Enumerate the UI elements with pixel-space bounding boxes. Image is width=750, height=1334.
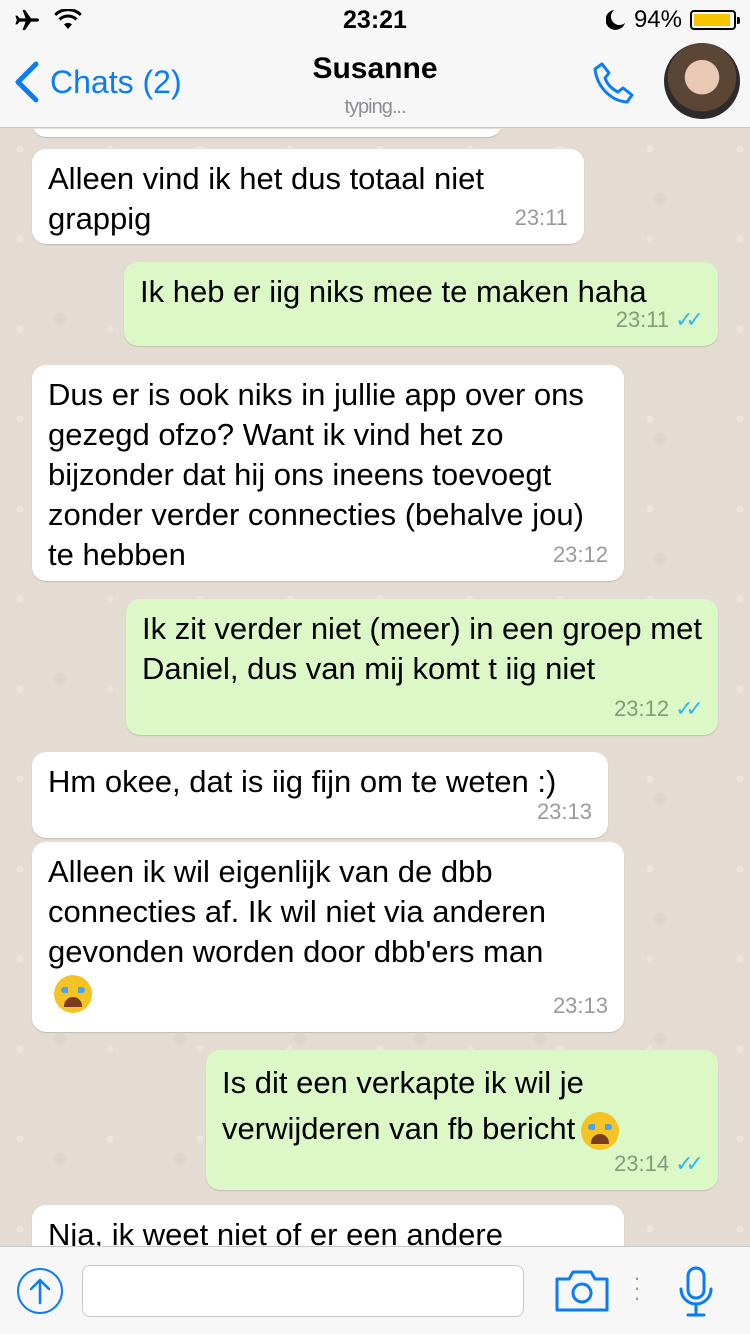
crying-emoji-icon [54,974,92,1013]
call-button[interactable] [588,58,640,110]
message-time: 23:11 ✓✓ [616,300,704,340]
message-bubble[interactable]: Alleen vind ik het dus totaal niet grapp… [32,149,584,244]
message-text: Is dit een verkapte ik wil je verwijdere… [222,1060,692,1152]
message-bubble-partial[interactable] [32,129,502,137]
message-bubble[interactable]: Alleen ik wil eigenlijk van de dbb conne… [32,842,624,1032]
read-ticks-icon: ✓✓ [675,307,704,332]
wifi-icon [54,9,82,29]
message-bubble[interactable]: Ik zit verder niet (meer) in een groep m… [126,599,718,735]
status-bar: 23:21 94% [0,0,750,40]
microphone-button[interactable] [674,1265,718,1319]
message-time: 23:12 [552,542,608,567]
camera-button[interactable] [554,1269,610,1313]
attach-button[interactable] [17,1268,63,1314]
message-input[interactable] [82,1265,524,1317]
read-ticks-icon: ✓✓ [675,1151,704,1176]
message-bubble[interactable]: Dus er is ook niks in jullie app over on… [32,365,624,581]
airplane-icon [15,10,39,30]
message-time: 23:14 ✓✓ [614,1144,704,1184]
microphone-icon [679,1266,713,1317]
battery-percentage: 94% [633,6,682,33]
message-text: Nja, ik weet niet of er een andere [48,1217,503,1246]
battery-level [693,14,730,26]
camera-icon [555,1270,609,1312]
moon-icon [605,10,625,30]
message-bubble[interactable]: Ik heb er iig niks mee te maken haha 23:… [124,262,718,346]
message-time: 23:13 [536,799,592,824]
message-time: 23:12 ✓✓ [614,689,704,729]
status-bar-right: 94% [536,6,740,34]
message-text: Alleen vind ik het dus totaal niet grapp… [48,161,484,236]
message-bubble[interactable]: Is dit een verkapte ik wil je verwijdere… [206,1050,718,1190]
contact-avatar[interactable] [664,43,740,119]
message-text: Ik zit verder niet (meer) in een groep m… [142,611,702,686]
message-text: Dus er is ook niks in jullie app over on… [48,377,584,572]
battery-icon [689,10,740,30]
message-time: 23:13 [552,993,608,1018]
divider-dots-icon: · · · [633,1265,641,1310]
message-text: Hm okee, dat is iig fijn om te weten :) [48,764,557,799]
message-text: Alleen ik wil eigenlijk van de dbb conne… [48,852,608,1013]
message-bubble[interactable]: Hm okee, dat is iig fijn om te weten :) … [32,752,608,838]
message-bubble[interactable]: Nja, ik weet niet of er een andere [32,1205,624,1246]
read-ticks-icon: ✓✓ [675,696,704,721]
message-time: 23:11 [514,205,568,230]
arrow-up-icon [29,1278,51,1305]
status-time: 23:21 [343,5,407,34]
message-input-bar: · · · [0,1246,750,1334]
chat-header: Chats (2) Susanne typing... [0,40,750,128]
status-bar-left [14,9,214,31]
phone-icon [593,62,634,104]
chat-messages[interactable]: Alleen vind ik het dus totaal niet grapp… [0,129,750,1246]
